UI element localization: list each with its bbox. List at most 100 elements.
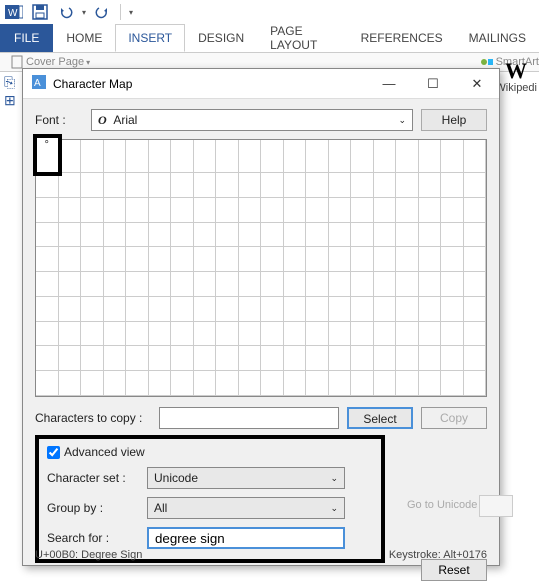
char-cell[interactable] (216, 140, 239, 173)
copy-button[interactable]: Copy (421, 407, 487, 429)
char-cell[interactable] (36, 346, 59, 371)
charset-select[interactable]: Unicode ⌄ (147, 467, 345, 489)
char-cell[interactable] (239, 297, 262, 322)
char-cell[interactable] (149, 247, 172, 272)
char-cell[interactable] (441, 173, 464, 198)
char-cell[interactable] (441, 297, 464, 322)
char-cell[interactable] (374, 247, 397, 272)
char-cell[interactable] (239, 322, 262, 347)
char-cell[interactable] (171, 371, 194, 396)
char-cell[interactable] (351, 297, 374, 322)
char-cell[interactable] (396, 247, 419, 272)
char-cell[interactable] (171, 223, 194, 248)
char-cell[interactable] (441, 198, 464, 223)
char-cell[interactable] (419, 346, 442, 371)
char-cell[interactable] (329, 247, 352, 272)
char-cell[interactable] (396, 346, 419, 371)
char-cell[interactable] (59, 223, 82, 248)
char-cell[interactable] (194, 173, 217, 198)
char-cell[interactable] (59, 247, 82, 272)
tab-file[interactable]: FILE (0, 24, 53, 52)
char-cell[interactable] (306, 272, 329, 297)
char-cell[interactable] (149, 140, 172, 173)
undo-dropdown-caret[interactable]: ▾ (82, 8, 86, 17)
char-cell[interactable] (464, 346, 487, 371)
char-cell[interactable] (261, 173, 284, 198)
char-cell[interactable] (374, 198, 397, 223)
char-cell[interactable] (396, 140, 419, 173)
char-cell[interactable] (261, 297, 284, 322)
char-cell[interactable] (81, 272, 104, 297)
char-cell[interactable] (149, 371, 172, 396)
char-cell[interactable] (261, 371, 284, 396)
char-cell[interactable] (171, 173, 194, 198)
char-cell[interactable] (126, 173, 149, 198)
char-cell[interactable] (149, 346, 172, 371)
char-cell[interactable] (104, 223, 127, 248)
char-cell[interactable] (104, 346, 127, 371)
char-cell[interactable] (171, 297, 194, 322)
char-cell[interactable] (419, 272, 442, 297)
char-cell[interactable] (171, 346, 194, 371)
char-cell[interactable] (126, 223, 149, 248)
char-cell[interactable] (464, 247, 487, 272)
char-cell[interactable] (149, 322, 172, 347)
char-cell[interactable] (81, 173, 104, 198)
char-cell[interactable] (261, 322, 284, 347)
char-cell[interactable] (464, 173, 487, 198)
char-cell[interactable] (59, 272, 82, 297)
char-cell[interactable] (59, 140, 82, 173)
char-cell[interactable] (36, 371, 59, 396)
char-cell[interactable] (374, 173, 397, 198)
char-cell[interactable] (104, 173, 127, 198)
char-cell[interactable] (126, 322, 149, 347)
char-cell[interactable] (126, 346, 149, 371)
char-cell[interactable] (81, 297, 104, 322)
char-cell[interactable] (216, 198, 239, 223)
advanced-view-checkbox[interactable] (47, 446, 60, 459)
groupby-select[interactable]: All ⌄ (147, 497, 345, 519)
char-cell[interactable] (81, 223, 104, 248)
char-cell[interactable] (36, 223, 59, 248)
char-cell[interactable] (171, 198, 194, 223)
char-cell[interactable] (149, 272, 172, 297)
help-button[interactable]: Help (421, 109, 487, 131)
reset-button[interactable]: Reset (421, 559, 487, 581)
char-cell[interactable] (59, 322, 82, 347)
char-cell[interactable] (464, 223, 487, 248)
char-cell[interactable] (396, 173, 419, 198)
char-cell[interactable] (261, 247, 284, 272)
char-cell[interactable] (194, 223, 217, 248)
char-cell[interactable] (104, 247, 127, 272)
char-cell[interactable] (194, 198, 217, 223)
char-cell[interactable] (126, 272, 149, 297)
char-cell[interactable] (419, 247, 442, 272)
char-cell[interactable] (216, 297, 239, 322)
search-input[interactable] (147, 527, 345, 549)
char-cell[interactable] (284, 173, 307, 198)
char-cell[interactable] (284, 247, 307, 272)
char-cell[interactable] (329, 173, 352, 198)
char-cell[interactable] (194, 346, 217, 371)
char-cell[interactable] (306, 247, 329, 272)
char-cell[interactable] (81, 140, 104, 173)
char-cell[interactable]: ° (36, 137, 59, 173)
char-cell[interactable] (351, 322, 374, 347)
maximize-button[interactable]: ☐ (411, 69, 455, 99)
char-cell[interactable] (351, 223, 374, 248)
char-cell[interactable] (419, 198, 442, 223)
tab-mailings[interactable]: MAILINGS (456, 24, 539, 52)
char-cell[interactable] (104, 297, 127, 322)
char-cell[interactable] (284, 198, 307, 223)
minimize-button[interactable]: — (367, 69, 411, 99)
char-cell[interactable] (216, 346, 239, 371)
char-cell[interactable] (419, 371, 442, 396)
char-cell[interactable] (171, 272, 194, 297)
char-cell[interactable] (329, 198, 352, 223)
char-cell[interactable] (284, 272, 307, 297)
char-cell[interactable] (464, 297, 487, 322)
char-cell[interactable] (104, 371, 127, 396)
char-cell[interactable] (374, 272, 397, 297)
char-cell[interactable] (396, 198, 419, 223)
redo-icon[interactable] (92, 2, 112, 22)
